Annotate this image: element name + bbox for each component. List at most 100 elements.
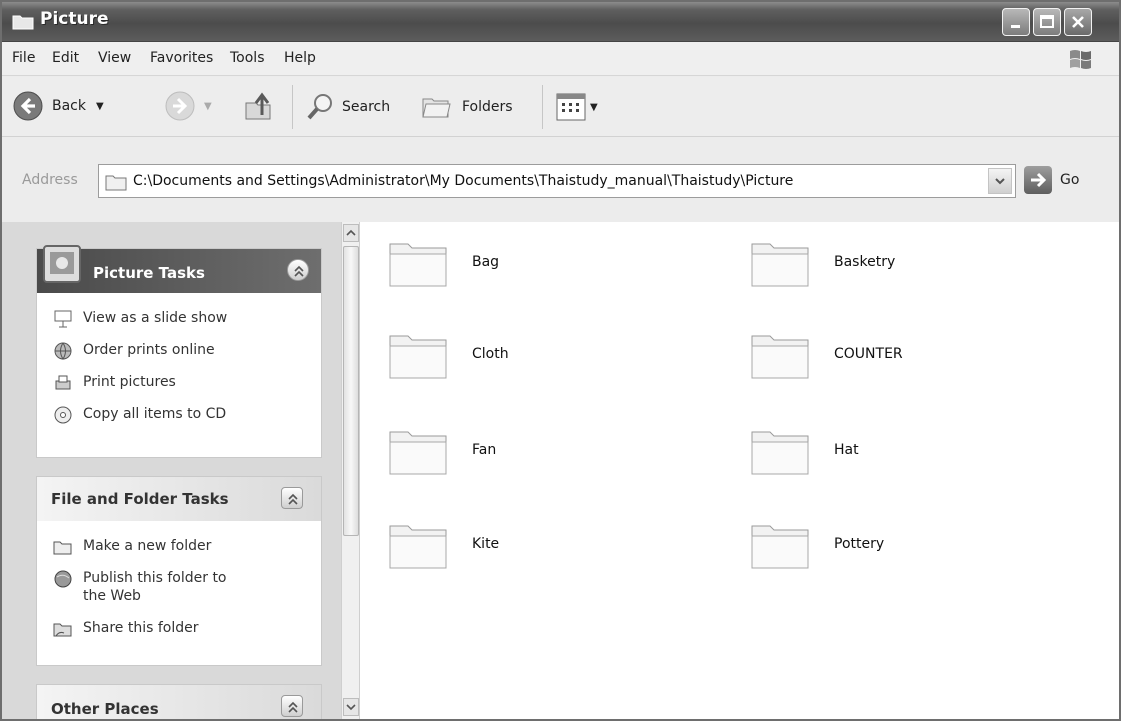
chevron-down-icon	[995, 178, 1005, 185]
address-dropdown-button[interactable]	[988, 168, 1012, 194]
folder-name: Cloth	[472, 346, 509, 362]
picture-tasks-panel: Picture Tasks View as a slide show Order…	[36, 245, 322, 458]
folder-name: Basketry	[834, 254, 896, 270]
collapse-button[interactable]	[287, 259, 309, 281]
folder-name: Hat	[834, 442, 859, 458]
folder-name: Kite	[472, 536, 500, 552]
task-label: Make a new folder	[83, 538, 212, 554]
task-share-folder[interactable]: Share this folder	[53, 619, 233, 639]
file-list: Bag Basketry Cloth COUNTER Fan Hat Kite	[360, 222, 1119, 719]
picture-tasks-title: Picture Tasks	[93, 264, 205, 282]
toolbar-separator	[542, 85, 543, 129]
title-bar[interactable]: Picture	[2, 2, 1119, 42]
back-button[interactable]: Back ▼	[12, 90, 104, 122]
search-icon	[307, 94, 332, 120]
menu-file[interactable]: File	[12, 50, 35, 66]
address-label: Address	[22, 172, 78, 188]
views-button[interactable]: ▼	[556, 93, 598, 121]
folder-icon	[389, 243, 447, 287]
other-places-header[interactable]: Other Places	[37, 685, 321, 719]
back-arrow-icon	[13, 91, 43, 121]
folders-label: Folders	[462, 99, 513, 115]
menu-edit[interactable]: Edit	[52, 50, 79, 66]
menu-tools[interactable]: Tools	[230, 50, 265, 66]
vertical-scrollbar[interactable]	[341, 222, 360, 719]
cd-icon	[54, 406, 72, 424]
other-places-panel: Other Places	[36, 684, 322, 719]
task-make-new-folder[interactable]: Make a new folder	[53, 537, 233, 557]
picture-tasks-header[interactable]: Picture Tasks	[37, 245, 321, 293]
folder-item[interactable]: Basketry	[748, 234, 895, 290]
folder-icon	[105, 175, 127, 191]
up-folder-button[interactable]	[242, 89, 276, 123]
folders-button[interactable]: Folders	[420, 91, 513, 123]
folder-item[interactable]: Pottery	[748, 516, 884, 572]
task-view-slideshow[interactable]: View as a slide show	[53, 309, 233, 329]
task-label: View as a slide show	[83, 310, 228, 326]
printer-icon	[55, 375, 71, 390]
file-folder-tasks-header[interactable]: File and Folder Tasks	[37, 477, 321, 521]
file-folder-tasks-panel: File and Folder Tasks Make a new folder …	[36, 476, 322, 666]
collapse-button[interactable]	[281, 487, 303, 509]
share-folder-icon	[53, 623, 72, 637]
go-label[interactable]: Go	[1060, 172, 1079, 188]
scroll-thumb[interactable]	[343, 246, 359, 536]
close-button[interactable]	[1064, 8, 1092, 36]
folder-icon	[389, 431, 447, 475]
folder-icon	[389, 525, 447, 569]
windows-logo-icon	[1070, 50, 1091, 69]
slideshow-icon	[54, 310, 72, 328]
menu-bar: File Edit View Favorites Tools Help	[2, 42, 1119, 76]
close-icon	[1072, 16, 1084, 28]
back-label: Back	[52, 98, 86, 114]
go-arrow-icon	[1031, 172, 1047, 188]
task-print-pictures[interactable]: Print pictures	[53, 373, 233, 393]
back-dropdown-icon[interactable]: ▼	[96, 101, 104, 112]
explorer-window: Picture File Edit View Favorites Tools H…	[0, 0, 1121, 721]
folder-icon	[751, 335, 809, 379]
scroll-down-button[interactable]	[343, 698, 359, 716]
folder-item[interactable]: Fan	[386, 422, 496, 478]
task-order-prints[interactable]: Order prints online	[53, 341, 233, 361]
folder-item[interactable]: COUNTER	[748, 326, 903, 382]
minimize-button[interactable]	[1002, 8, 1030, 36]
go-button[interactable]	[1024, 166, 1052, 194]
folder-item[interactable]: Bag	[386, 234, 499, 290]
task-label: Publish this folder to the Web	[83, 570, 227, 604]
folder-icon	[751, 431, 809, 475]
views-dropdown-icon[interactable]: ▼	[590, 102, 598, 113]
forward-arrow-icon	[165, 91, 195, 121]
address-input[interactable]: C:\Documents and Settings\Administrator\…	[98, 164, 1016, 198]
other-places-title: Other Places	[51, 700, 159, 718]
folder-item[interactable]: Kite	[386, 516, 499, 572]
task-label: Print pictures	[83, 374, 176, 390]
minimize-icon	[1011, 25, 1020, 28]
collapse-button[interactable]	[281, 695, 303, 717]
chevron-up-icon	[288, 701, 298, 713]
folder-icon	[389, 335, 447, 379]
window-title: Picture	[40, 9, 109, 29]
chevron-up-icon	[346, 229, 356, 236]
address-path: C:\Documents and Settings\Administrator\…	[133, 173, 794, 189]
chevron-up-icon	[288, 493, 298, 505]
scroll-up-button[interactable]	[343, 224, 359, 242]
toolbar-separator	[292, 85, 293, 129]
task-label: Order prints online	[83, 342, 215, 358]
menu-help[interactable]: Help	[284, 50, 316, 66]
maximize-button[interactable]	[1033, 8, 1061, 36]
forward-dropdown-icon[interactable]: ▼	[204, 101, 212, 112]
search-button[interactable]: Search	[304, 91, 390, 123]
task-label: Share this folder	[83, 620, 199, 636]
task-publish-folder[interactable]: Publish this folder to the Web	[53, 569, 233, 607]
search-label: Search	[342, 99, 391, 115]
menu-favorites[interactable]: Favorites	[150, 50, 213, 66]
folder-item[interactable]: Hat	[748, 422, 859, 478]
up-folder-icon	[245, 92, 271, 120]
task-copy-to-cd[interactable]: Copy all items to CD	[53, 405, 233, 425]
views-grid-icon	[556, 93, 586, 121]
address-bar: Address C:\Documents and Settings\Admini…	[2, 138, 1119, 222]
folder-icon	[751, 243, 809, 287]
folder-item[interactable]: Cloth	[386, 326, 509, 382]
forward-button[interactable]: ▼	[164, 90, 212, 122]
menu-view[interactable]: View	[98, 50, 131, 66]
